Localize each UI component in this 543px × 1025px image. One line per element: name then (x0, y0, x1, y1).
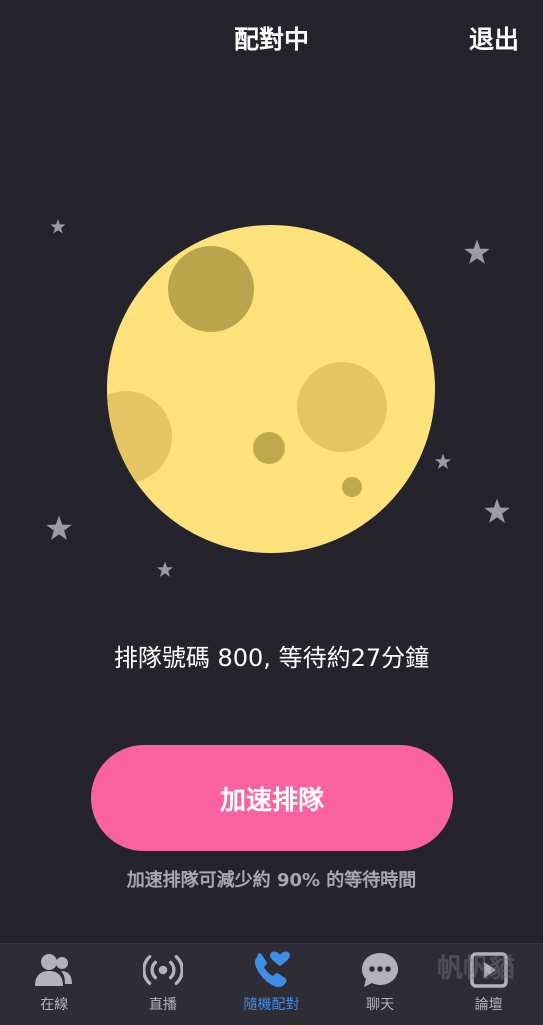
play-square-icon (469, 950, 509, 990)
moon-crater (168, 246, 254, 332)
tab-online[interactable]: 在線 (0, 944, 109, 1025)
people-icon (34, 950, 74, 990)
star-icon (46, 515, 72, 540)
bottom-tab-bar: 在線 直播 隨機配對 聊天 論壇 (0, 943, 543, 1025)
boost-queue-button[interactable]: 加速排隊 (91, 745, 453, 851)
moon-illustration (46, 219, 510, 577)
tab-chat[interactable]: 聊天 (326, 944, 435, 1025)
boost-queue-label: 加速排隊 (219, 785, 324, 816)
tab-label: 隨機配對 (243, 997, 300, 1013)
chat-bubble-icon (360, 950, 400, 990)
tab-label: 直播 (148, 997, 177, 1013)
tab-label: 在線 (40, 997, 69, 1013)
star-icon (434, 453, 452, 469)
star-icon (50, 219, 66, 234)
star-icon (464, 239, 490, 264)
tab-label: 聊天 (366, 997, 395, 1013)
moon-crater (297, 362, 387, 452)
moon-crater (107, 391, 172, 483)
boost-hint-text: 加速排隊可減少約 90% 的等待時間 (126, 870, 417, 891)
broadcast-icon (142, 950, 183, 990)
moon (107, 225, 435, 553)
tab-random-match[interactable]: 隨機配對 (217, 944, 326, 1025)
star-icon (156, 561, 174, 577)
tab-label: 論壇 (474, 997, 503, 1013)
star-icon (484, 498, 510, 523)
tab-live[interactable]: 直播 (109, 944, 218, 1025)
moon-crater (342, 477, 362, 497)
phone-heart-icon (251, 950, 291, 990)
tab-forum[interactable]: 論壇 (434, 944, 543, 1025)
moon-crater (253, 432, 285, 464)
queue-status-text: 排隊號碼 800, 等待約27分鐘 (113, 644, 430, 672)
